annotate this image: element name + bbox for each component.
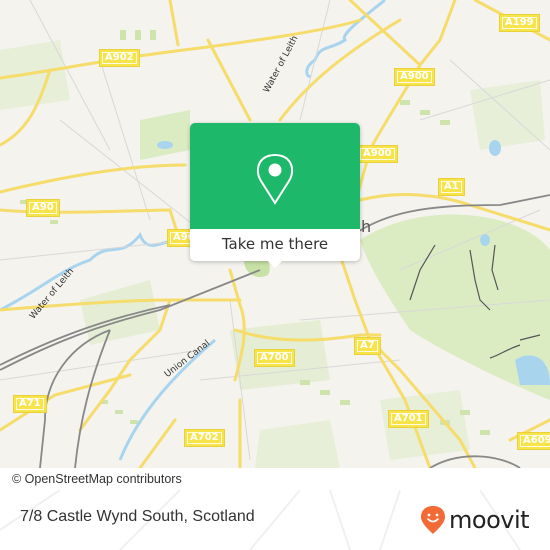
road-label-a90-left: A90 (27, 200, 59, 216)
map-attribution: © OpenStreetMap contributors (0, 470, 275, 490)
address-text: 7/8 Castle Wynd South, Scotland (20, 508, 255, 525)
road-label-a6095: A6095 (518, 433, 550, 449)
take-me-there-label: Take me there (221, 235, 329, 253)
location-popup[interactable]: Take me there (190, 123, 360, 268)
road-label-a1: A1 (439, 179, 464, 195)
road-label-a199: A199 (500, 15, 539, 31)
road-label-a7: A7 (355, 338, 380, 354)
moovit-pin-icon (421, 506, 445, 534)
road-label-a900-mid: A900 (358, 146, 397, 162)
road-label-a902: A902 (100, 50, 139, 66)
attribution-text: © OpenStreetMap contributors (12, 472, 182, 486)
take-me-there-button[interactable]: Take me there (190, 229, 360, 261)
location-pin-icon (256, 154, 294, 205)
label-edinburgh-partial: h (361, 217, 372, 236)
road-label-a700: A700 (255, 350, 294, 366)
moovit-logo: moovit (420, 505, 530, 535)
map[interactable]: A902 A199 A900 A900 A90 A90 A1 A7 A700 A… (0, 0, 550, 468)
road-label-a701: A701 (389, 411, 428, 427)
moovit-logo-text: moovit (449, 506, 530, 534)
popup-pointer (267, 260, 283, 268)
road-label-a702: A702 (185, 430, 224, 446)
popup-header (190, 123, 360, 229)
road-label-a71: A71 (14, 396, 46, 412)
road-label-a900-top: A900 (395, 69, 434, 85)
